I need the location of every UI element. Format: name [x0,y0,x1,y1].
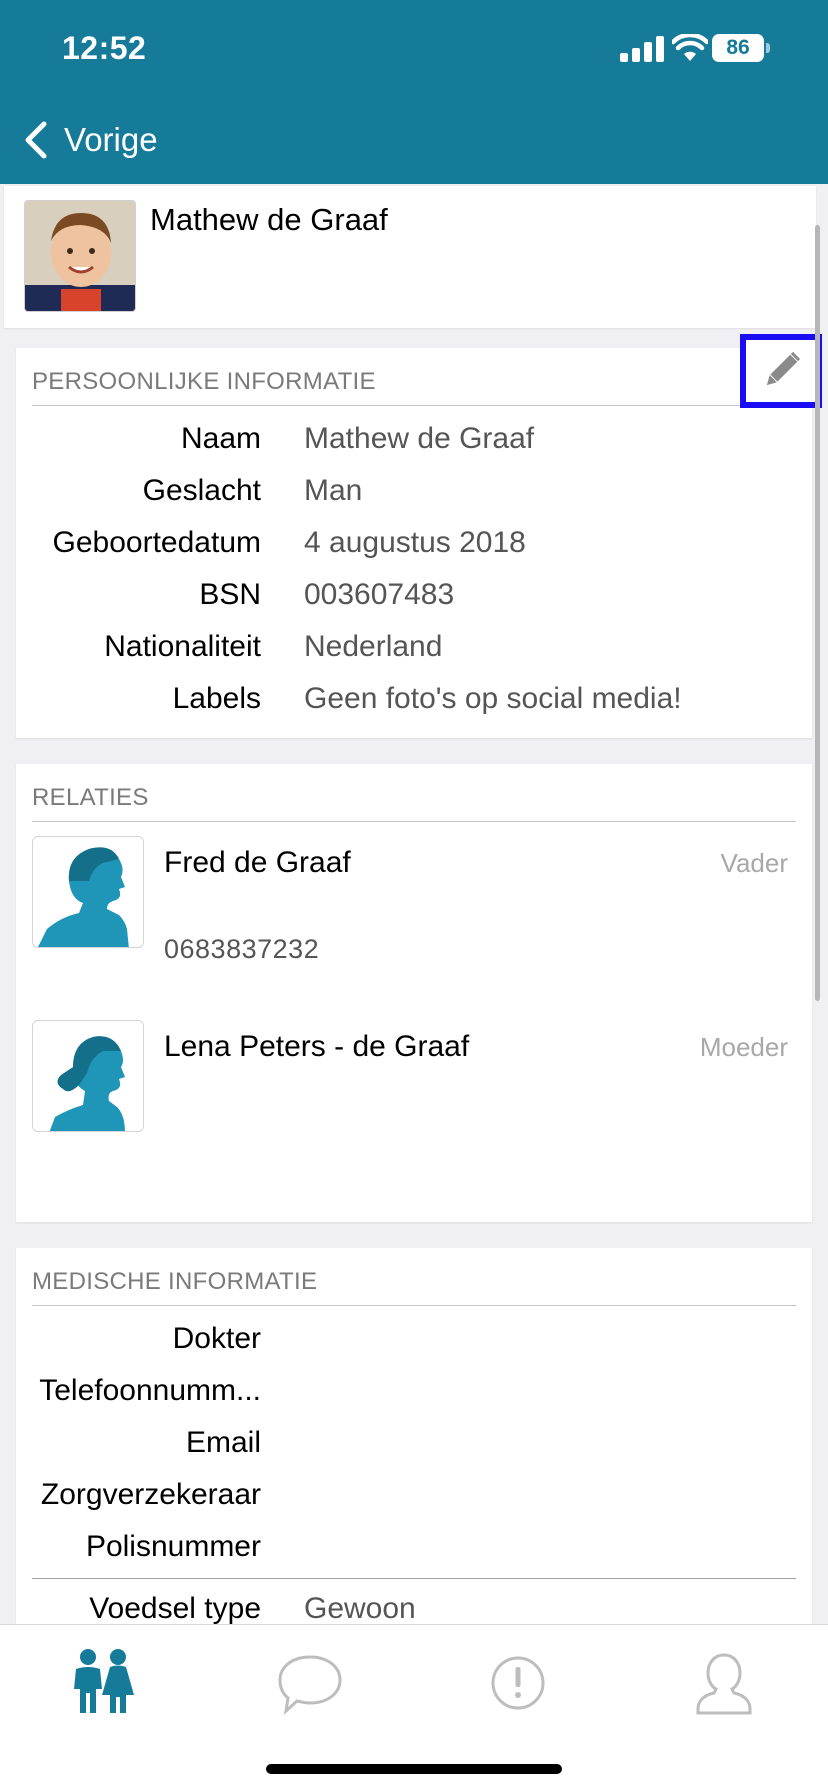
tab-children[interactable] [64,1647,144,1717]
medical-info-header: MEDISCHE INFORMATIE [32,1268,796,1306]
row-label: Naam [180,422,261,455]
top-bar: 12:52 86 Vorige [0,0,828,184]
battery-tip [766,43,770,53]
medical-divider [32,1578,796,1579]
medical-row-zorgverzekeraar: Zorgverzekeraar [32,1478,796,1518]
child-card[interactable]: Mathew de Graaf [4,186,816,328]
relations-card: RELATIES Fred de Graaf Vader 0683837232 … [16,764,812,1222]
info-row-bsn: BSN 003607483 [32,578,796,618]
medical-row-telefoon: Telefoonnumm... [32,1374,796,1414]
medical-row-polisnummer: Polisnummer [32,1530,796,1570]
tab-messages[interactable] [270,1647,350,1717]
status-time: 12:52 [62,30,147,66]
relation-name: Lena Peters - de Graaf [164,1030,470,1063]
chevron-left-icon [25,121,47,159]
signal-icon [620,36,664,62]
relations-header: RELATIES [32,784,796,822]
row-label: Labels [172,682,261,715]
row-label: Polisnummer [85,1530,261,1563]
relation-name: Fred de Graaf [164,846,351,879]
relation-role: Moeder [699,1032,788,1062]
row-label: Telefoonnumm... [39,1374,261,1407]
row-value: Mathew de Graaf [304,422,535,455]
relation-phone[interactable]: 0683837232 [164,934,319,965]
relation-item-mother[interactable]: Lena Peters - de Graaf Moeder [16,1020,812,1150]
tab-alerts[interactable] [478,1647,558,1717]
info-row-nationaliteit: Nationaliteit Nederland [32,630,796,670]
row-label: Dokter [172,1322,261,1355]
edit-button[interactable] [740,334,822,408]
info-row-geslacht: Geslacht Man [32,474,796,514]
row-value: Geen foto's op social media! [304,682,682,715]
info-row-geboortedatum: Geboortedatum 4 augustus 2018 [32,526,796,566]
info-row-labels: Labels Geen foto's op social media! [32,682,796,722]
personal-info-card: PERSOONLIJKE INFORMATIE Naam Mathew de G… [16,348,812,738]
medical-info-card: MEDISCHE INFORMATIE Dokter Telefoonnumm.… [16,1248,812,1628]
battery-icon: 86 [712,34,764,62]
home-indicator [266,1764,562,1774]
row-label: Voedsel type [89,1592,261,1625]
children-icon [74,1649,134,1713]
child-name: Mathew de Graaf [150,202,388,237]
row-label: Geboortedatum [52,526,261,559]
relation-role: Vader [720,848,788,878]
row-label: Geslacht [142,474,261,507]
scrollbar[interactable] [815,225,820,1001]
chat-icon [278,1655,342,1715]
father-avatar [32,836,144,948]
back-button[interactable]: Vorige [22,116,158,164]
child-photo [24,200,136,312]
row-value: Nederland [304,630,443,663]
row-value: 003607483 [304,578,455,611]
row-label: Email [185,1426,261,1459]
mother-avatar [32,1020,144,1132]
medical-row-email: Email [32,1426,796,1466]
row-label: Zorgverzekeraar [40,1478,261,1511]
row-value: 4 augustus 2018 [304,526,526,559]
alert-icon [491,1656,545,1710]
pencil-icon [766,351,801,386]
row-value: Gewoon [304,1592,416,1625]
tab-profile[interactable] [684,1647,764,1717]
row-label: BSN [199,578,261,611]
medical-row-dokter: Dokter [32,1322,796,1362]
back-label: Vorige [64,121,158,158]
wifi-icon [672,34,708,61]
row-value: Man [304,474,363,507]
relation-item-father[interactable]: Fred de Graaf Vader 0683837232 [16,836,812,966]
personal-info-header: PERSOONLIJKE INFORMATIE [32,368,796,406]
info-row-naam: Naam Mathew de Graaf [32,422,796,462]
profile-icon [696,1653,752,1715]
row-label: Nationaliteit [104,630,261,663]
